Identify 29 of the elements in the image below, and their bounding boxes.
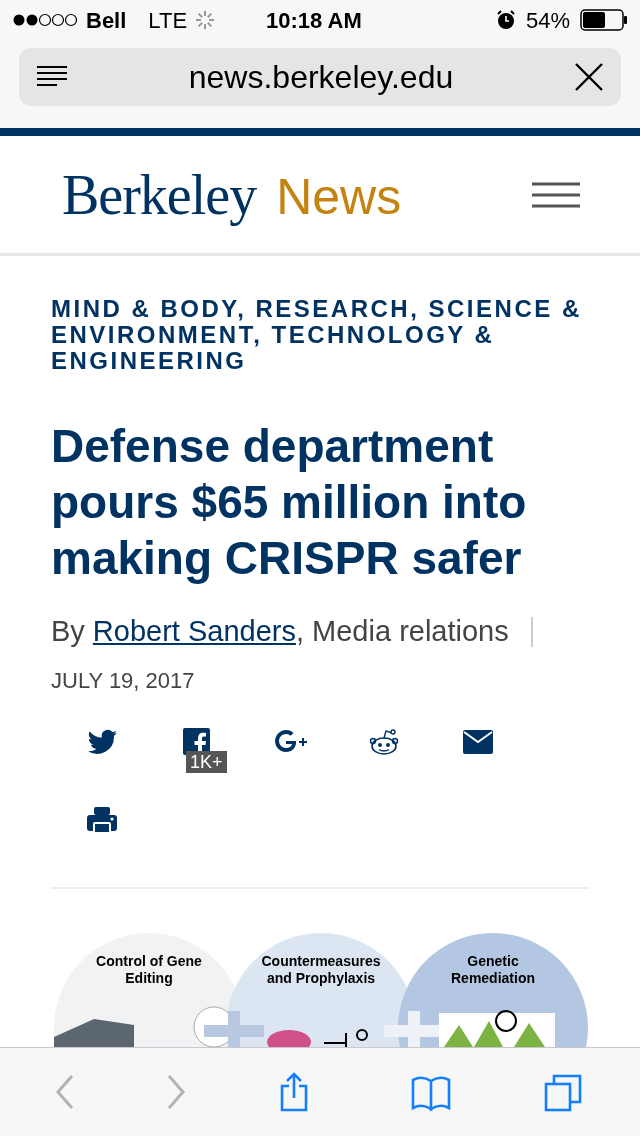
reader-view-icon[interactable] (37, 65, 67, 89)
logo-wordmark[interactable]: Berkeley (62, 152, 257, 237)
alarm-icon (495, 10, 516, 30)
clock-time: 10:18 AM (266, 6, 362, 35)
panel-label: Control of Gene Editing (95, 953, 203, 987)
email-icon[interactable] (463, 727, 495, 756)
panel-label: Countermeasures and Prophylaxis (261, 953, 381, 987)
carrier-name: Bell (86, 6, 127, 35)
author-link[interactable]: Robert Sanders (92, 610, 296, 654)
panel-label: Genetic Remediation (450, 953, 536, 987)
twitter-bird-icon[interactable] (87, 727, 119, 756)
share-count: 1K+ (186, 750, 227, 773)
battery-percentage: 54% (525, 6, 570, 35)
byline-prefix: By (51, 614, 85, 649)
byline-affiliation: , Media relations (295, 614, 509, 649)
printer-icon[interactable] (87, 805, 119, 834)
category-links[interactable]: MIND & BODY, RESEARCH, SCIENCE & ENVIRONMENT, TECHNOLOGY & ENGINEERING (51, 296, 589, 374)
publish-date: JULY 19, 2017 (51, 666, 196, 695)
signal-strength-icon (12, 13, 78, 27)
alien-mascot-icon[interactable] (369, 727, 401, 756)
url-text: news.berkeley.edu (187, 58, 455, 97)
tabs-icon[interactable] (543, 1072, 584, 1112)
loading-spinner-icon (195, 10, 216, 30)
close-icon[interactable] (575, 63, 603, 91)
article-title: Defense department pours $65 million into making CRISPR safer (51, 419, 528, 586)
menu-icon[interactable] (532, 181, 580, 208)
address-bar[interactable]: news.berkeley.edu (19, 48, 621, 106)
network-type: LTE (148, 6, 188, 35)
battery-icon (580, 9, 628, 31)
